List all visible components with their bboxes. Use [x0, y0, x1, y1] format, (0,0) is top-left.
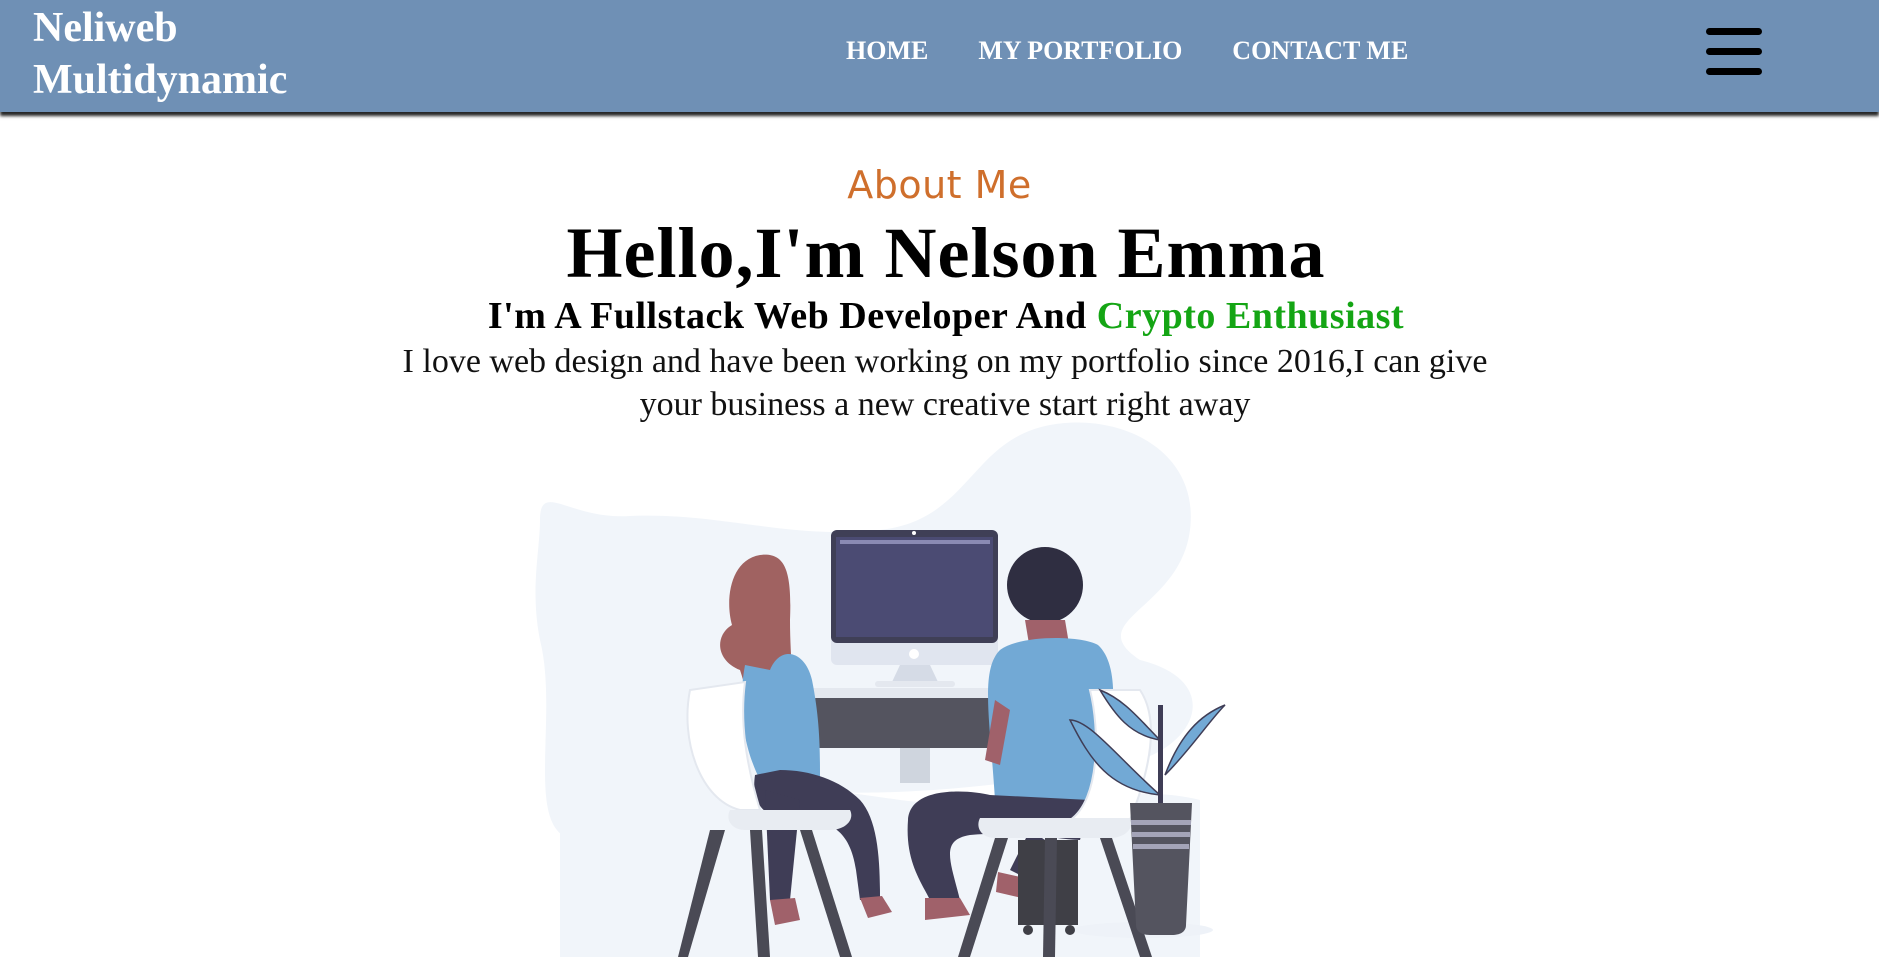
- woman-shirt: [741, 653, 820, 780]
- nav-contact-link[interactable]: CONTACT ME: [1232, 36, 1408, 66]
- hero-subtitle: I'm A Fullstack Web Developer And Crypto…: [0, 294, 1879, 338]
- hero-title: Hello,I'm Nelson Emma: [566, 213, 1326, 293]
- man-head: [1007, 547, 1083, 623]
- hero-description: I love web design and have been working …: [402, 343, 1488, 423]
- nav-home-link[interactable]: HOME: [846, 36, 928, 66]
- hamburger-menu-icon[interactable]: [1706, 28, 1762, 76]
- desk-top: [805, 688, 1000, 698]
- about-label: About Me: [847, 163, 1032, 207]
- brand-logo[interactable]: Neliweb Multidynamic: [33, 2, 287, 106]
- brand-line-2: Multidynamic: [33, 57, 288, 103]
- navbar: Neliweb Multidynamic HOME MY PORTFOLIO C…: [0, 0, 1879, 112]
- nav-portfolio-link[interactable]: MY PORTFOLIO: [978, 36, 1182, 66]
- brand-line-1: Neliweb: [33, 5, 178, 51]
- nav-links: HOME MY PORTFOLIO CONTACT ME: [846, 36, 1408, 66]
- subtitle-text: I'm A Fullstack Web Developer And: [487, 295, 1097, 337]
- developers-at-desk-illustration: [535, 422, 1226, 957]
- desk-front: [812, 698, 992, 748]
- subtitle-accent: Crypto Enthusiast: [1096, 295, 1405, 337]
